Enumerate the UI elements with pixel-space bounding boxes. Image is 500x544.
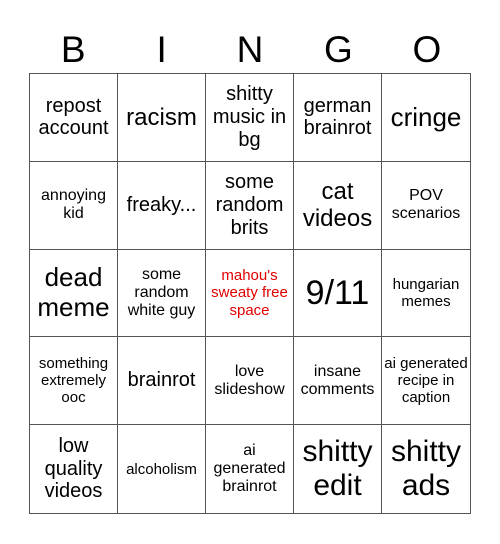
bingo-cell-b1[interactable]: repost account: [30, 74, 118, 162]
header-letter-g: G: [324, 29, 353, 70]
header-letter-i: I: [156, 29, 167, 70]
bingo-cell-n4[interactable]: love slideshow: [206, 337, 294, 426]
free-space-text: mahou's sweaty free space: [211, 267, 288, 319]
bingo-card: repost account racism shitty music in bg…: [29, 73, 471, 514]
bingo-cell-i2[interactable]: freaky...: [118, 161, 206, 250]
header-letter-b: B: [60, 29, 86, 70]
cell-text: some random white guy: [127, 265, 196, 320]
header-letter-o: O: [412, 29, 442, 70]
cell-text: 9/11: [305, 273, 370, 312]
bingo-cell-i5[interactable]: alcoholism: [118, 425, 206, 513]
bingo-cell-o5[interactable]: shitty ads: [382, 425, 470, 513]
cell-text: shitty edit: [302, 434, 373, 503]
cell-text: freaky...: [126, 193, 197, 216]
bingo-cell-i3[interactable]: some random white guy: [118, 249, 206, 338]
cell-text: something extremely ooc: [38, 355, 109, 407]
cell-text: some random brits: [215, 171, 284, 239]
cell-text: cringe: [390, 101, 462, 132]
cell-text: dead meme: [37, 262, 110, 322]
bingo-cell-n5[interactable]: ai generated brainrot: [206, 425, 294, 513]
bingo-cell-g3[interactable]: 9/11: [294, 249, 382, 338]
bingo-cell-g4[interactable]: insane comments: [294, 337, 382, 426]
bingo-cell-g2[interactable]: cat videos: [294, 161, 382, 250]
cell-text: love slideshow: [214, 362, 285, 398]
cell-text: insane comments: [300, 362, 375, 398]
cell-text: repost account: [38, 94, 109, 140]
cell-text: annoying kid: [41, 186, 106, 223]
bingo-cell-b2[interactable]: annoying kid: [30, 161, 118, 250]
cell-text: shitty ads: [390, 434, 462, 503]
cell-text: german brainrot: [303, 94, 372, 140]
bingo-cell-o2[interactable]: POV scenarios: [382, 162, 470, 250]
bingo-cell-g5[interactable]: shitty edit: [294, 425, 382, 513]
cell-text: POV scenarios: [391, 186, 461, 223]
bingo-cell-free-space[interactable]: mahou's sweaty free space: [206, 249, 294, 338]
bingo-cell-o1[interactable]: cringe: [382, 74, 470, 162]
cell-text: cat videos: [302, 177, 373, 233]
cell-text: ai generated recipe in caption: [384, 355, 468, 407]
bingo-cell-b5[interactable]: low quality videos: [30, 425, 118, 513]
bingo-cell-i4[interactable]: brainrot: [118, 337, 206, 426]
cell-text: hungarian memes: [392, 275, 460, 310]
bingo-cell-g1[interactable]: german brainrot: [294, 74, 382, 162]
bingo-cell-b4[interactable]: something extremely ooc: [30, 337, 118, 426]
bingo-cell-n2[interactable]: some random brits: [206, 161, 294, 250]
bingo-cell-o3[interactable]: hungarian memes: [382, 250, 470, 338]
bingo-cell-n1[interactable]: shitty music in bg: [206, 74, 294, 162]
cell-text: racism: [126, 103, 197, 131]
cell-text: brainrot: [127, 369, 196, 392]
bingo-cell-i1[interactable]: racism: [118, 74, 206, 162]
bingo-header: B I N G O: [29, 30, 471, 70]
cell-text: shitty music in bg: [212, 83, 287, 151]
cell-text: ai generated brainrot: [213, 441, 286, 496]
cell-text: low quality videos: [44, 434, 103, 503]
header-letter-n: N: [236, 29, 264, 70]
bingo-cell-o4[interactable]: ai generated recipe in caption: [382, 337, 470, 426]
cell-text: alcoholism: [126, 460, 197, 478]
bingo-cell-b3[interactable]: dead meme: [30, 249, 118, 338]
